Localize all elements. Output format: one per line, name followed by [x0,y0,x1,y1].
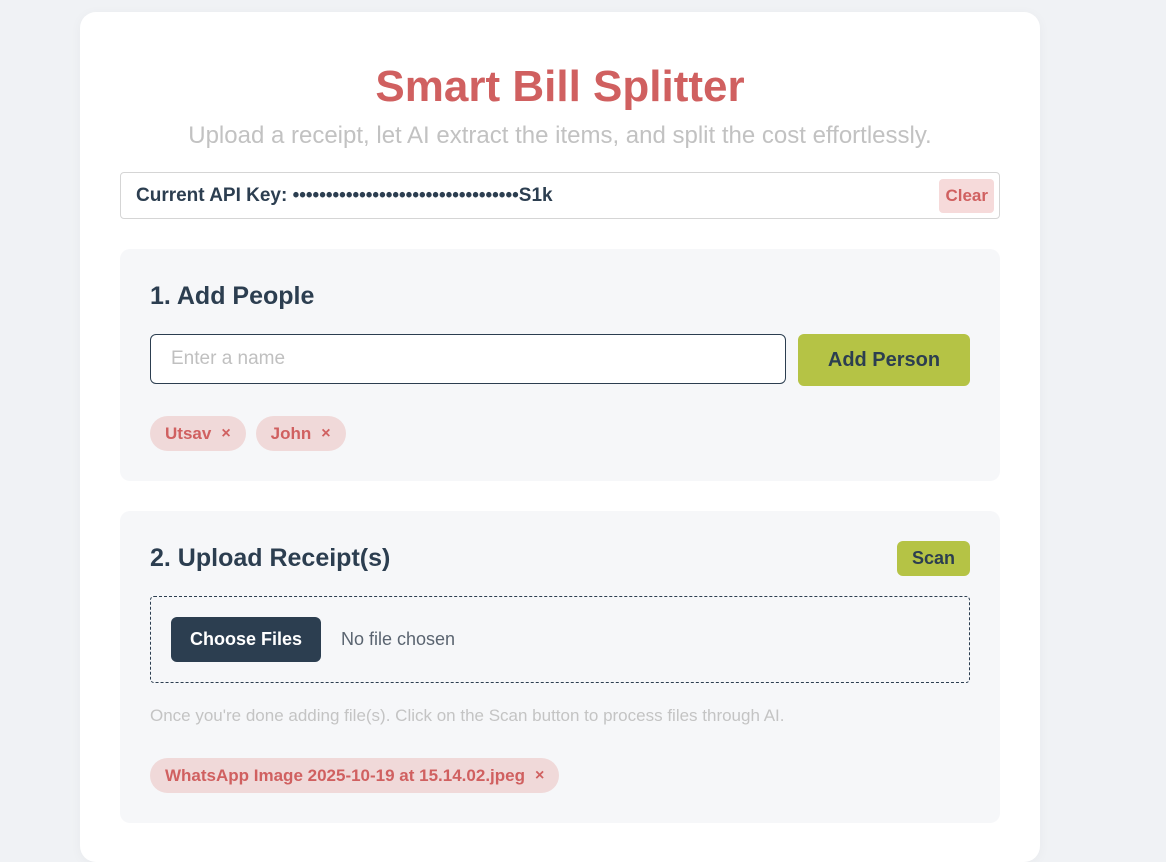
name-input[interactable] [150,334,786,384]
file-name: WhatsApp Image 2025-10-19 at 15.14.02.jp… [165,765,525,785]
close-icon[interactable]: × [535,767,544,785]
file-dropzone[interactable]: Choose Files No file chosen [150,596,970,683]
close-icon[interactable]: × [321,425,330,443]
clear-api-key-button[interactable]: Clear [939,178,994,213]
file-list: WhatsApp Image 2025-10-19 at 15.14.02.jp… [150,758,560,793]
add-people-section: 1. Add People Add Person Utsav × John × [120,249,1000,481]
file-chip: WhatsApp Image 2025-10-19 at 15.14.02.jp… [150,758,560,793]
file-status: No file chosen [341,629,456,649]
main-card: Smart Bill Splitter Upload a receipt, le… [80,12,1040,862]
upload-receipts-section: 2. Upload Receipt(s) Scan Choose Files N… [120,511,1000,823]
api-key-label: Current API Key: •••••••••••••••••••••••… [136,184,553,206]
page-subtitle: Upload a receipt, let AI extract the ite… [188,122,932,149]
add-people-title: 1. Add People [150,282,315,310]
choose-files-button[interactable]: Choose Files [171,617,321,662]
page-title: Smart Bill Splitter [375,62,745,111]
scan-button[interactable]: Scan [897,541,970,576]
person-name: John [270,423,312,443]
api-key-bar: Current API Key: •••••••••••••••••••••••… [120,172,1000,219]
person-name: Utsav [165,423,212,443]
upload-receipts-title: 2. Upload Receipt(s) [150,544,391,572]
people-list: Utsav × John × [150,416,346,451]
person-chip: Utsav × [150,416,246,451]
add-person-button[interactable]: Add Person [798,334,970,386]
person-chip: John × [255,416,346,451]
scan-hint: Once you're done adding file(s). Click o… [150,706,785,725]
close-icon[interactable]: × [221,425,230,443]
